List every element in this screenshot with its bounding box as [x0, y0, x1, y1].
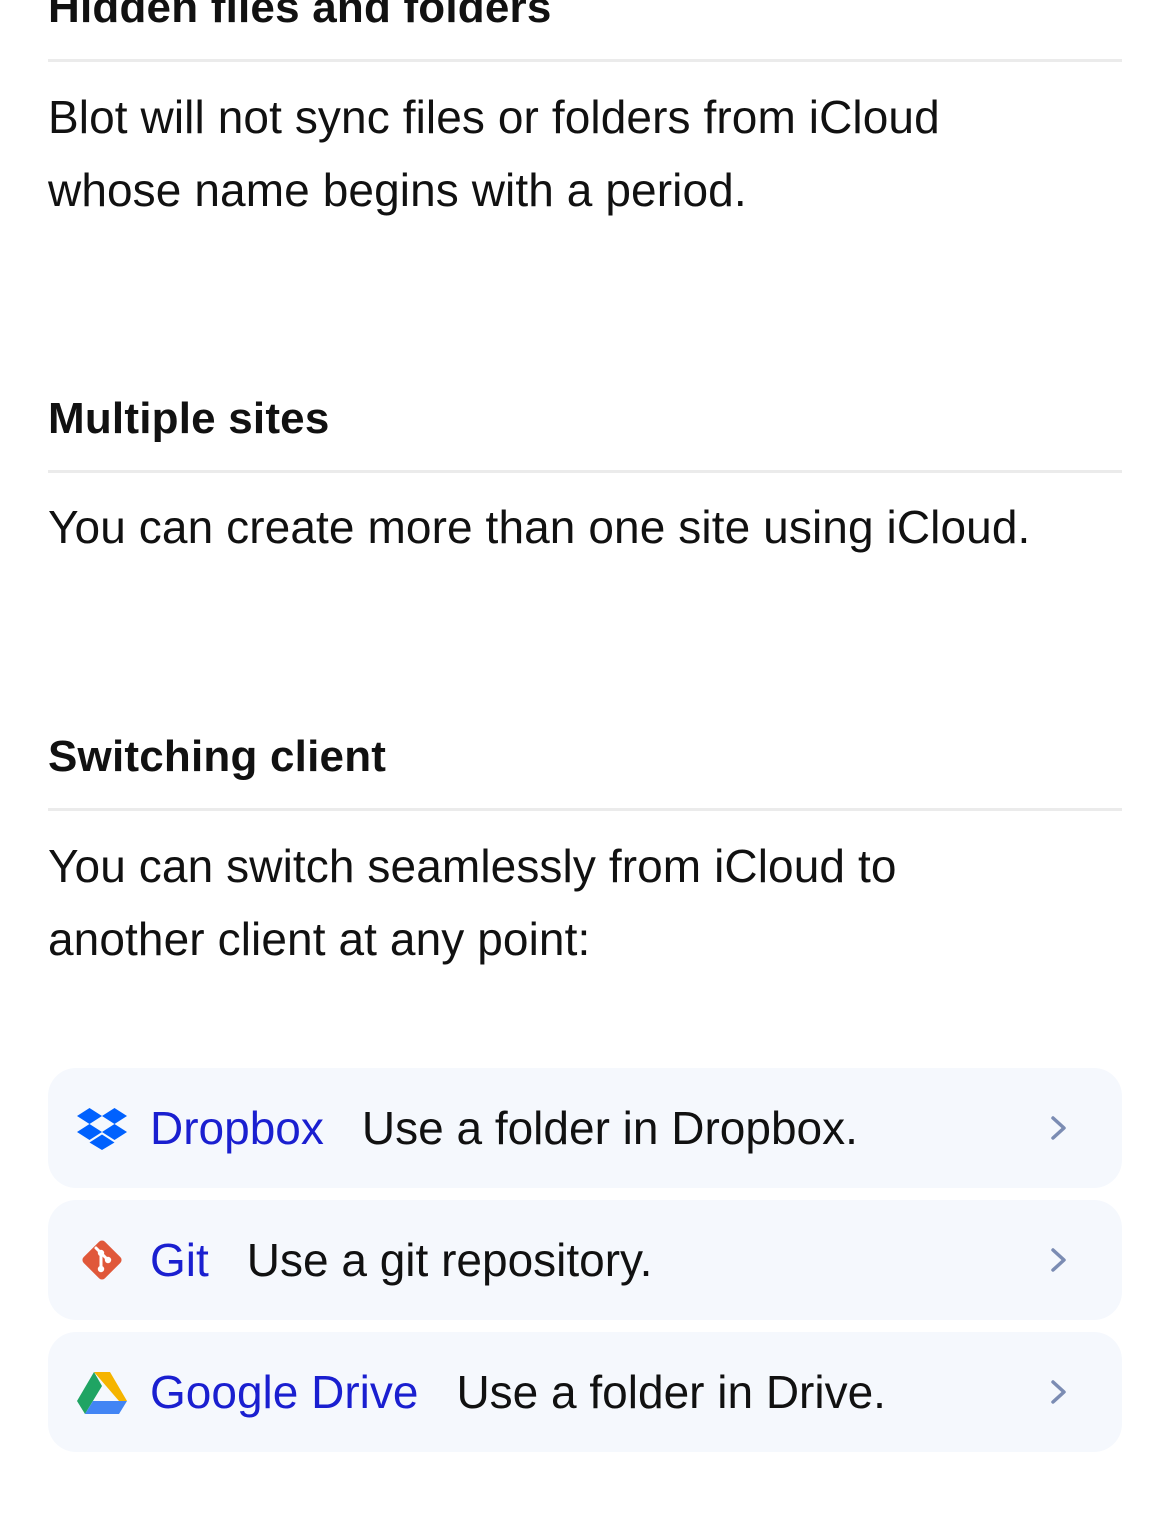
divider	[48, 808, 1122, 811]
client-description: Use a folder in Drive.	[456, 1366, 886, 1418]
section-hidden-files-body: Blot will not sync files or folders from…	[48, 81, 1122, 227]
section-hidden-files: Hidden files and folders	[48, 0, 1122, 34]
git-icon	[76, 1234, 128, 1286]
divider	[48, 59, 1122, 62]
client-card-git[interactable]: Git Use a git repository.	[48, 1200, 1122, 1320]
section-heading: Switching client	[48, 732, 387, 781]
section-multiple-sites-body: You can create more than one site using …	[48, 491, 1122, 564]
paragraph-line: Blot will not sync files or folders from…	[48, 91, 940, 143]
dropbox-icon	[76, 1102, 128, 1154]
paragraph-line: You can switch seamlessly from iCloud to	[48, 840, 897, 892]
section-heading: Multiple sites	[48, 394, 330, 443]
section-heading: Hidden files and folders	[48, 0, 552, 32]
chevron-right-icon	[1051, 1380, 1066, 1404]
divider	[48, 470, 1122, 473]
chevron-right-icon	[1051, 1248, 1066, 1272]
client-name: Git	[150, 1234, 209, 1286]
client-card-dropbox[interactable]: Dropbox Use a folder in Dropbox.	[48, 1068, 1122, 1188]
client-description: Use a git repository.	[246, 1234, 653, 1286]
paragraph-line: whose name begins with a period.	[48, 164, 747, 216]
chevron-right-icon	[1051, 1116, 1066, 1140]
client-name: Dropbox	[150, 1102, 324, 1154]
google-drive-icon	[76, 1366, 128, 1418]
paragraph-line: another client at any point:	[48, 913, 591, 965]
client-card-google-drive[interactable]: Google Drive Use a folder in Drive.	[48, 1332, 1122, 1452]
client-name: Google Drive	[150, 1366, 419, 1418]
section-switching-client-body: You can switch seamlessly from iCloud to…	[48, 830, 1122, 976]
section-multiple-sites: Multiple sites	[48, 393, 1122, 445]
client-description: Use a folder in Dropbox.	[361, 1102, 858, 1154]
paragraph-line: You can create more than one site using …	[48, 501, 1031, 553]
section-switching-client: Switching client	[48, 731, 1122, 783]
